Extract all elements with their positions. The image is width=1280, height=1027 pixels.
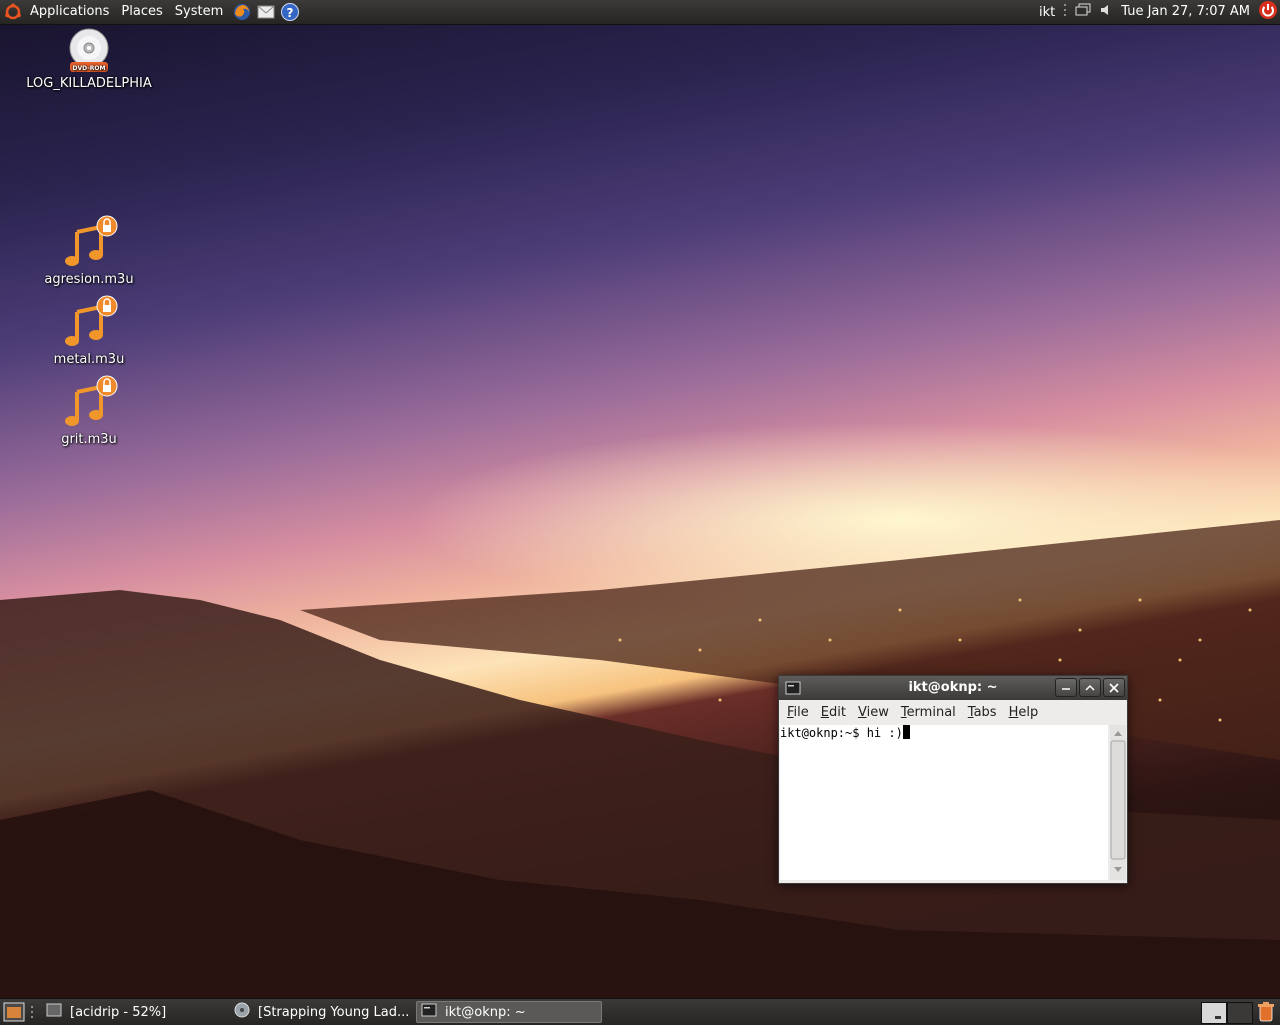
playlist-icon (65, 375, 118, 426)
ubuntu-logo-icon[interactable] (2, 1, 24, 23)
terminal-window[interactable]: ikt@oknp: ~ File Edit View Terminal Tabs… (778, 675, 1128, 884)
menu-places[interactable]: Places (115, 0, 168, 24)
text-cursor (902, 725, 910, 739)
scroll-up-icon (1114, 731, 1122, 736)
terminal-scrollbar[interactable] (1110, 725, 1126, 880)
terminal-menubar: File Edit View Terminal Tabs Help (779, 700, 1127, 724)
user-name[interactable]: ikt (1039, 5, 1055, 20)
dvd-icon: DVD-ROM (69, 28, 109, 72)
desktop-icon-dvd[interactable]: DVD-ROM LOG_KILLADELPHIA (14, 28, 164, 91)
terminal-output[interactable]: ikt@oknp:~$ hi :) (780, 725, 1108, 880)
desktop-icon-label: metal.m3u (53, 352, 125, 367)
desktop-icon-label: grit.m3u (61, 432, 117, 447)
menu-tabs[interactable]: Tabs (964, 705, 1001, 720)
menu-help[interactable]: Help (1005, 705, 1043, 720)
desktop-icon-label: LOG_KILLADELPHIA (26, 76, 152, 91)
volume-icon[interactable] (1099, 3, 1113, 21)
firefox-icon[interactable] (231, 1, 253, 23)
shutdown-icon[interactable] (1258, 0, 1278, 24)
minimize-button[interactable] (1055, 678, 1077, 697)
menu-view[interactable]: View (854, 705, 893, 720)
desktop-icon-agresion[interactable]: agresion.m3u (14, 214, 164, 287)
dvd-badge: DVD-ROM (73, 65, 106, 72)
terminal-title: ikt@oknp: ~ (908, 680, 998, 695)
minimize-icon (1062, 687, 1070, 690)
show-desktop-icon[interactable] (3, 1002, 25, 1026)
playlist-icon (65, 215, 118, 266)
workspace-2[interactable] (1227, 1002, 1253, 1024)
panel-handle-icon (30, 1004, 34, 1024)
desktop-icon-grit[interactable]: grit.m3u (14, 374, 164, 447)
playlist-icon (65, 295, 118, 346)
terminal-titlebar[interactable]: ikt@oknp: ~ (779, 676, 1127, 700)
scroll-down-icon (1114, 867, 1122, 872)
bottom-panel: [acidrip - 52%] [Strapping Young Lad... … (0, 998, 1280, 1025)
clock[interactable]: Tue Jan 27, 7:07 AM (1121, 0, 1250, 24)
taskbar-item-strapping-young-lad[interactable]: [Strapping Young Lad... (230, 1001, 412, 1023)
top-panel: Applications Places System ? ikt Tue Jan… (0, 0, 1280, 25)
window-selector-icon[interactable] (1075, 3, 1091, 21)
taskbar-item-terminal[interactable]: ikt@oknp: ~ (416, 1001, 602, 1023)
mail-icon[interactable] (255, 1, 277, 23)
taskbar-item-label: [acidrip - 52%] (70, 1004, 167, 1020)
terminal-prompt-line: ikt@oknp:~$ hi :) (780, 726, 903, 740)
close-icon (1109, 682, 1119, 693)
workspace-1[interactable] (1201, 1002, 1227, 1024)
taskbar-item-label: ikt@oknp: ~ (445, 1004, 526, 1020)
menu-terminal[interactable]: Terminal (897, 705, 960, 720)
media-player-icon (234, 1002, 250, 1022)
svg-text:?: ? (287, 6, 294, 20)
close-button[interactable] (1103, 678, 1125, 697)
panel-handle-icon (1063, 2, 1067, 22)
taskbar-item-label: [Strapping Young Lad... (258, 1004, 410, 1020)
window-icon (46, 1003, 62, 1021)
help-icon[interactable]: ? (279, 1, 301, 23)
scrollbar-thumb (1110, 740, 1126, 860)
desktop-icon-metal[interactable]: metal.m3u (14, 294, 164, 367)
maximize-icon (1085, 684, 1095, 691)
menu-file[interactable]: File (783, 705, 813, 720)
trash-icon[interactable] (1256, 1001, 1276, 1027)
desktop-icon-label: agresion.m3u (44, 272, 134, 287)
menu-edit[interactable]: Edit (817, 705, 850, 720)
menu-system[interactable]: System (169, 0, 229, 24)
taskbar-item-acidrip[interactable]: [acidrip - 52%] (42, 1001, 222, 1023)
menu-applications[interactable]: Applications (24, 0, 115, 24)
terminal-icon (421, 1003, 437, 1021)
terminal-window-icon[interactable] (785, 680, 801, 704)
maximize-button[interactable] (1079, 678, 1101, 697)
